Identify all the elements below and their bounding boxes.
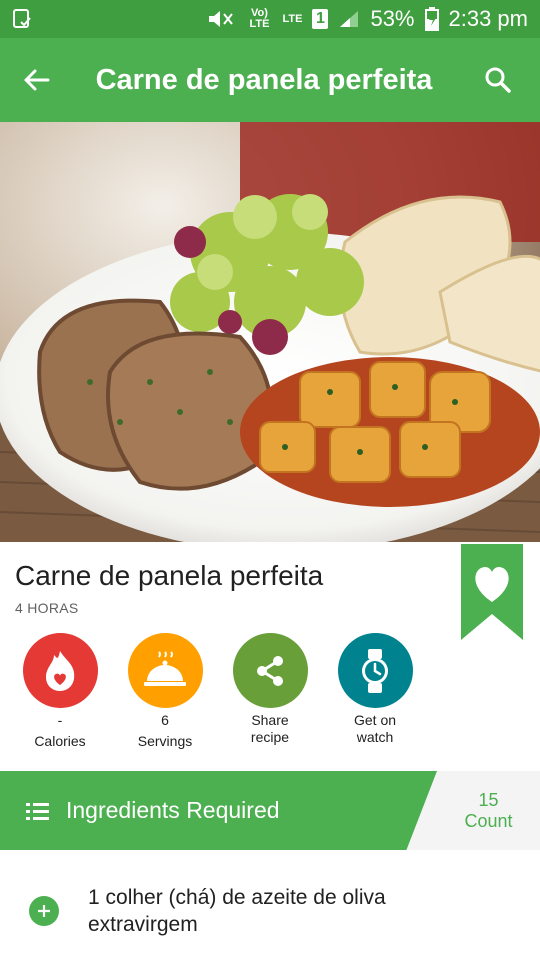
share-label-line2: recipe — [250, 729, 290, 745]
ingredient-count: 15 Count — [437, 771, 540, 850]
calories-circle — [22, 633, 98, 708]
servings-label: Servings — [137, 733, 193, 749]
flame-heart-icon — [46, 650, 75, 691]
ingredients-header: Ingredients Required 15 Count — [0, 771, 540, 850]
recipe-hero-image — [0, 122, 540, 542]
ingredient-count-value: 15 — [478, 789, 499, 810]
app-bar: Carne de panela perfeita — [0, 38, 540, 122]
battery-charging-icon — [424, 7, 439, 31]
share-circle — [232, 633, 308, 708]
share-label-line1: Share — [251, 712, 289, 728]
volte-icon: Vo) LTE — [249, 7, 270, 30]
arrow-back-icon — [24, 69, 50, 91]
add-ingredient-button[interactable] — [29, 896, 59, 926]
calories-label: Calories — [34, 733, 86, 749]
battery-percent: 53% — [370, 6, 415, 31]
status-time: 2:33 pm — [448, 6, 529, 31]
recipe-title: Carne de panela perfeita — [15, 560, 324, 591]
plus-icon — [38, 905, 50, 917]
recipe-cook-time: 4 HORAS — [15, 600, 79, 616]
search-icon — [485, 67, 511, 93]
list-icon — [26, 802, 49, 820]
ingredients-header-banner: Ingredients Required — [0, 771, 437, 850]
watch-label-line1: Get on — [353, 712, 397, 728]
app-bar-title: Carne de panela perfeita — [95, 63, 433, 96]
share-icon — [257, 655, 283, 686]
status-bar: Vo) LTE LTE 1 53% 2:33 pm — [0, 0, 540, 38]
serving-dish-icon — [144, 650, 186, 686]
watch-label-line2: watch — [356, 729, 394, 745]
sim-icon: 1 — [312, 9, 329, 29]
back-button[interactable] — [0, 38, 72, 122]
get-on-watch-action[interactable]: Get on watch — [325, 633, 425, 746]
calories-value: - — [57, 712, 63, 728]
calories-action[interactable]: - Calories — [10, 633, 110, 750]
watch-icon — [362, 648, 388, 693]
screenshot-notification-icon — [12, 8, 32, 30]
favorite-bookmark-button[interactable] — [461, 544, 523, 640]
ingredient-list-item: 1 colher (chá) de azeite de oliva extrav… — [0, 880, 540, 950]
ingredients-title: Ingredients Required — [66, 797, 280, 823]
servings-action[interactable]: 6 Servings — [115, 633, 215, 750]
servings-circle — [127, 633, 203, 708]
ingredient-count-label: Count — [464, 810, 513, 831]
watch-circle — [337, 633, 413, 708]
recipe-actions: - Calories 6 Servings Share recipe Get o… — [0, 633, 540, 753]
servings-value: 6 — [161, 712, 169, 728]
search-button[interactable] — [456, 38, 540, 122]
mute-icon — [206, 8, 236, 30]
share-recipe-action[interactable]: Share recipe — [220, 633, 320, 746]
lte-icon: LTE — [282, 12, 303, 25]
signal-icon — [338, 9, 360, 29]
ingredient-text: 1 colher (chá) de azeite de oliva extrav… — [88, 886, 386, 936]
